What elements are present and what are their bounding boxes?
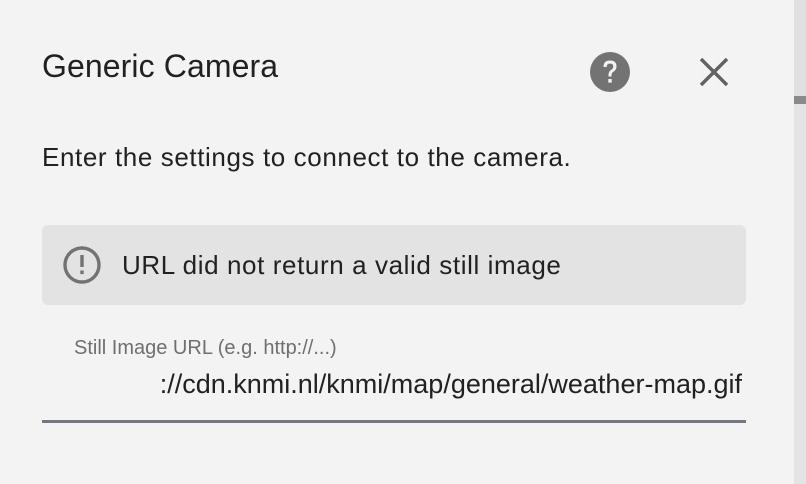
still-image-url-input[interactable] xyxy=(72,364,742,404)
close-icon xyxy=(692,57,736,97)
scrollbar-thumb[interactable] xyxy=(794,0,806,104)
help-circle-icon xyxy=(588,52,632,97)
help-button[interactable] xyxy=(588,50,632,94)
scrollbar-shadow xyxy=(794,96,806,104)
dialog: Generic Camera Enter the settings to con… xyxy=(0,0,794,484)
field-underline xyxy=(42,420,746,423)
still-image-url-label: Still Image URL (e.g. http://...) xyxy=(74,337,337,359)
still-image-url-field[interactable]: Still Image URL (e.g. http://...) xyxy=(42,322,746,426)
alert-circle-outline-icon xyxy=(62,245,102,285)
close-button[interactable] xyxy=(692,50,736,94)
alert-message: URL did not return a valid still image xyxy=(122,250,562,280)
error-alert: URL did not return a valid still image xyxy=(42,225,746,305)
dialog-description: Enter the settings to connect to the cam… xyxy=(42,142,572,172)
dialog-title: Generic Camera xyxy=(42,48,279,84)
